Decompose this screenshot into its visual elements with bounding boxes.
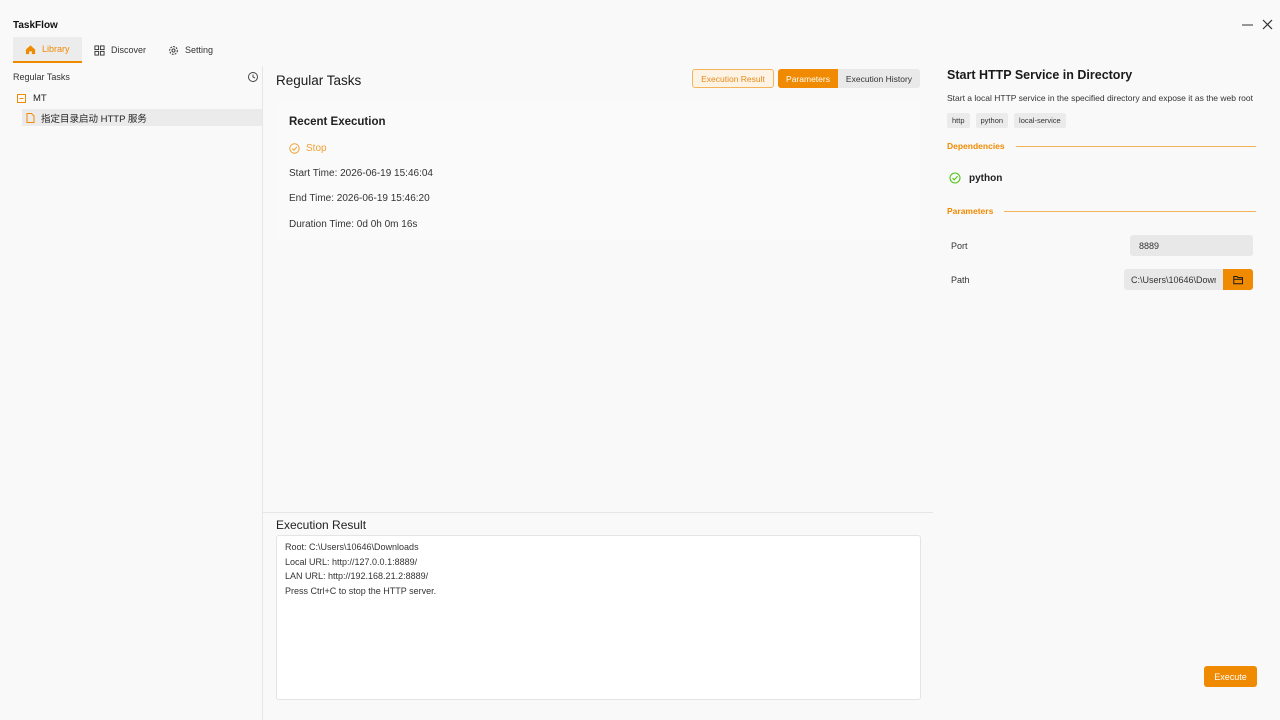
section-divider	[1016, 146, 1256, 147]
gear-icon	[169, 45, 178, 55]
tab-label: Discover	[111, 45, 147, 55]
status-badge: Stop	[289, 143, 327, 154]
status-text: Stop	[306, 143, 327, 154]
path-input[interactable]	[1124, 269, 1223, 290]
collapse-icon	[17, 94, 26, 103]
divider	[263, 512, 933, 513]
parameters-label: Parameters	[947, 206, 994, 216]
grid-icon	[94, 44, 105, 56]
tag: local-service	[1014, 113, 1066, 128]
browse-folder-button[interactable]	[1223, 269, 1253, 290]
tree-item-http-service[interactable]: 指定目录启动 HTTP 服务	[22, 109, 262, 126]
output-line: Local URL: http://127.0.0.1:8889/	[285, 556, 418, 567]
end-time: End Time: 2026-06-19 15:46:20	[289, 193, 430, 204]
execution-result-title: Execution Result	[276, 518, 367, 532]
tab-library[interactable]: Library	[13, 37, 82, 63]
sidebar-header: Regular Tasks	[13, 72, 70, 82]
port-label: Port	[951, 241, 968, 251]
dependency-item: python	[949, 172, 1002, 184]
app-title: TaskFlow	[13, 20, 58, 31]
start-time: Start Time: 2026-06-19 15:46:04	[289, 168, 433, 179]
tab-discover[interactable]: Discover	[82, 37, 158, 63]
tree-item-label: 指定目录启动 HTTP 服务	[41, 113, 147, 125]
execution-result-button[interactable]: Execution Result	[692, 69, 774, 88]
section-divider	[1004, 211, 1256, 212]
port-input[interactable]	[1130, 235, 1253, 256]
duration-time: Duration Time: 0d 0h 0m 16s	[289, 219, 418, 230]
tag: python	[975, 113, 1009, 128]
folder-open-icon	[1232, 275, 1243, 284]
recent-execution-title: Recent Execution	[289, 116, 386, 128]
home-icon	[25, 44, 36, 54]
recent-execution-card: Recent Execution Stop Start Time: 2026-0…	[276, 100, 921, 240]
tree-folder-mt[interactable]: MT	[17, 93, 47, 104]
dependency-name: python	[969, 172, 1003, 184]
file-icon	[26, 112, 35, 123]
execution-history-button[interactable]: Execution History	[838, 69, 920, 88]
tab-label: Setting	[185, 45, 214, 55]
task-description: Start a local HTTP service in the specif…	[947, 93, 1253, 103]
page-title: Regular Tasks	[276, 73, 362, 88]
check-circle-icon	[289, 143, 300, 154]
parameters-button[interactable]: Parameters	[778, 69, 838, 88]
tag: http	[947, 113, 970, 128]
history-icon[interactable]	[247, 71, 259, 83]
check-circle-icon	[949, 172, 961, 184]
execution-result-output[interactable]: Root: C:\Users\10646\Downloads Local URL…	[276, 535, 921, 700]
close-button[interactable]	[1259, 16, 1275, 32]
execute-button[interactable]: Execute	[1204, 666, 1257, 687]
output-line: LAN URL: http://192.168.21.2:8889/	[285, 571, 429, 582]
path-label: Path	[951, 275, 970, 285]
minimize-button[interactable]	[1239, 16, 1255, 32]
dependencies-label: Dependencies	[947, 141, 1005, 151]
close-icon	[1262, 19, 1272, 29]
folder-label: MT	[33, 93, 47, 104]
output-line: Press Ctrl+C to stop the HTTP server.	[285, 586, 437, 597]
output-line: Root: C:\Users\10646\Downloads	[285, 542, 419, 552]
tab-label: Library	[42, 44, 70, 54]
minimize-icon	[1241, 24, 1253, 25]
tab-setting[interactable]: Setting	[156, 37, 225, 63]
tag-list: http python local-service	[947, 113, 1066, 128]
sidebar: Regular Tasks MT 指定目录启动 HTTP 服务	[0, 66, 263, 720]
task-title: Start HTTP Service in Directory	[947, 68, 1133, 82]
